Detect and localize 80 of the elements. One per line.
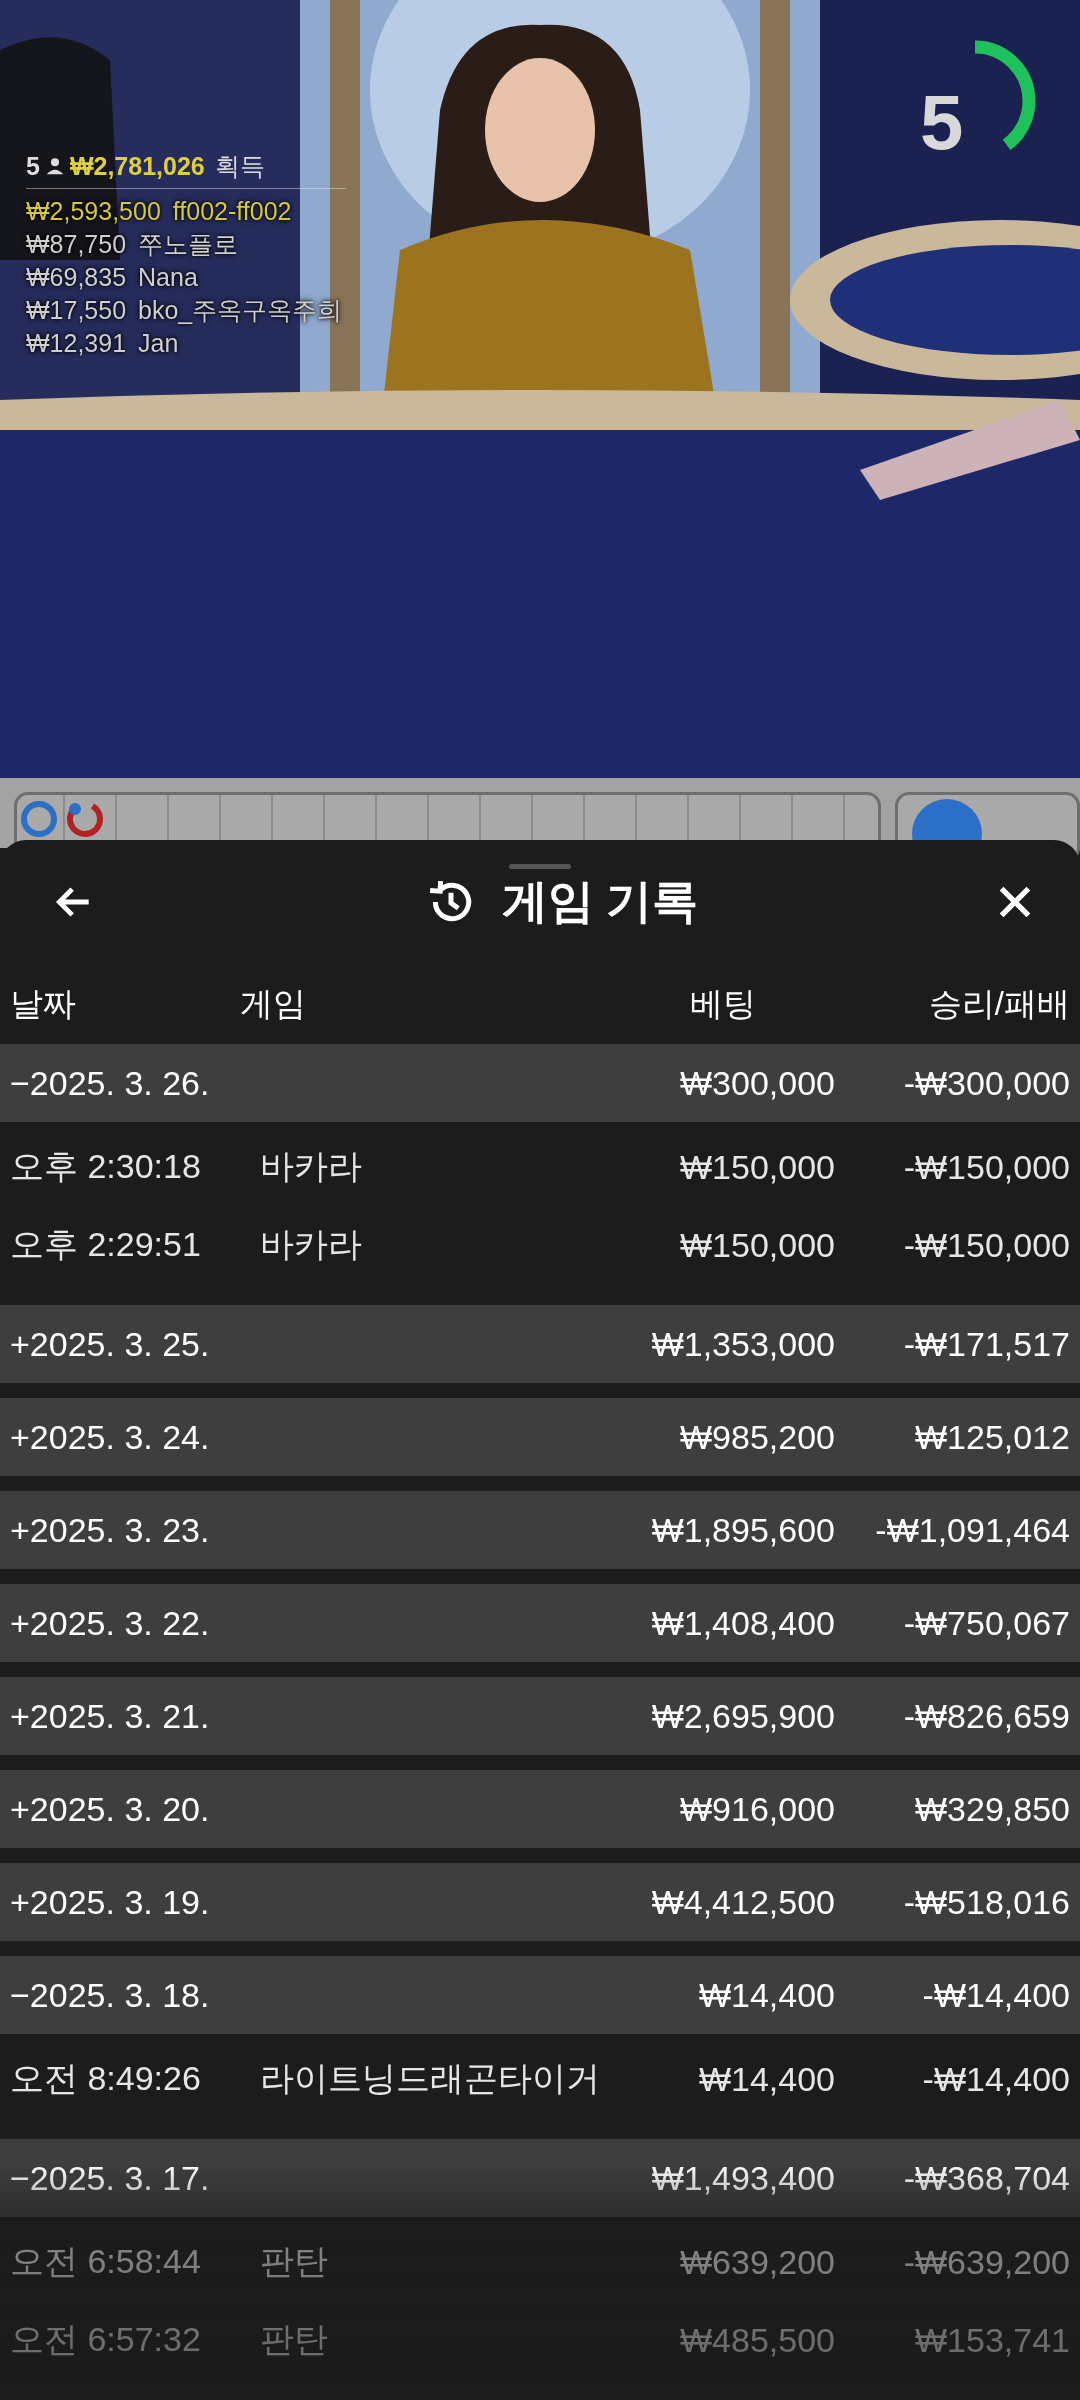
bet-cell-text: ₩1,408,400 xyxy=(650,1603,835,1643)
result-cell-text: -₩150,000 xyxy=(902,1147,1070,1187)
bet-cell-text: ₩985,200 xyxy=(679,1417,835,1457)
person-icon xyxy=(45,157,64,175)
result-cell-text: -₩150,000 xyxy=(902,1225,1070,1265)
winner-amount: ₩2,593,500 xyxy=(26,196,161,227)
winner-amount: ₩17,550 xyxy=(26,295,127,326)
date-cell-text: +2025. 3. 22. xyxy=(10,1603,211,1643)
day-row[interactable]: +2025. 3. 20. ₩916,000 ₩329,850 xyxy=(0,1770,1080,1848)
sheet-title: 게임 기록 xyxy=(501,874,699,930)
game-cell-text: 바카라 xyxy=(260,1146,362,1187)
result-cell-text: -₩1,091,464 xyxy=(874,1510,1070,1550)
bet-cell-text: ₩14,400 xyxy=(697,2059,835,2099)
time-cell-text: 오전 6:58:44 xyxy=(10,2241,202,2282)
day-row[interactable]: −2025. 3. 18. ₩14,400 -₩14,400 xyxy=(0,1956,1080,2034)
date-cell-text: −2025. 3. 26. xyxy=(10,1063,211,1103)
column-header: 날짜 xyxy=(10,984,77,1024)
column-header: 승리/패배 xyxy=(927,984,1070,1024)
result-cell-text: -₩518,016 xyxy=(902,1882,1070,1922)
game-cell-text: 바카라 xyxy=(260,1224,362,1265)
result-cell-text: -₩368,704 xyxy=(902,2158,1070,2198)
result-cell-text: -₩750,067 xyxy=(902,1603,1070,1643)
result-cell-text: ₩329,850 xyxy=(914,1789,1070,1829)
day-row[interactable]: +2025. 3. 23. ₩1,895,600 -₩1,091,464 xyxy=(0,1491,1080,1569)
drag-handle[interactable] xyxy=(509,864,571,869)
game-cell-text: 판탄 xyxy=(260,2319,328,2360)
countdown-number: 5 xyxy=(920,80,964,164)
time-cell-text: 오전 8:49:26 xyxy=(10,2058,202,2099)
winner-name: Jan xyxy=(138,328,179,359)
winner-name: ff002-ff002 xyxy=(172,196,292,227)
day-row[interactable]: +2025. 3. 25. ₩1,353,000 -₩171,517 xyxy=(0,1305,1080,1383)
player-count: 5 xyxy=(26,151,40,182)
date-cell-text: +2025. 3. 24. xyxy=(10,1417,211,1457)
total-winnings: ₩2,781,026 xyxy=(69,151,205,182)
bet-cell-text: ₩4,412,500 xyxy=(650,1882,835,1922)
bet-cell-text: ₩1,493,400 xyxy=(650,2158,835,2198)
date-cell-text: +2025. 3. 21. xyxy=(10,1696,211,1736)
bet-cell-text: ₩150,000 xyxy=(679,1147,835,1187)
winnings-label: 획득 xyxy=(214,151,265,182)
column-header: 게임 xyxy=(240,984,307,1024)
winner-amount: ₩12,391 xyxy=(26,328,127,359)
time-cell-text: 오전 6:57:32 xyxy=(10,2319,202,2360)
game-cell-text: 판탄 xyxy=(260,2241,328,2282)
winner-amount: ₩87,750 xyxy=(26,229,127,260)
result-cell-text: -₩14,400 xyxy=(921,1975,1070,2015)
date-cell-text: +2025. 3. 25. xyxy=(10,1324,211,1364)
bet-cell-text: ₩485,500 xyxy=(679,2320,835,2360)
day-row[interactable]: +2025. 3. 21. ₩2,695,900 -₩826,659 xyxy=(0,1677,1080,1755)
winner-amount: ₩69,835 xyxy=(26,262,127,293)
day-row[interactable]: +2025. 3. 24. ₩985,200 ₩125,012 xyxy=(0,1398,1080,1476)
bet-cell-text: ₩639,200 xyxy=(679,2242,835,2282)
day-row[interactable]: −2025. 3. 17. ₩1,493,400 -₩368,704 xyxy=(0,2139,1080,2217)
result-cell-text: -₩826,659 xyxy=(902,1696,1070,1736)
winner-name: Nana xyxy=(138,262,198,293)
result-cell-text: -₩14,400 xyxy=(921,2059,1070,2099)
result-cell-text: ₩125,012 xyxy=(914,1417,1070,1457)
bet-cell-text: ₩300,000 xyxy=(679,1063,835,1103)
game-cell-text: 라이트닝드래곤타이거 xyxy=(260,2058,600,2099)
bet-cell-text: ₩916,000 xyxy=(679,1789,835,1829)
result-cell-text: -₩300,000 xyxy=(902,1063,1070,1103)
result-cell-text: ₩153,741 xyxy=(914,2320,1070,2360)
day-row[interactable]: −2025. 3. 26. ₩300,000 -₩300,000 xyxy=(0,1044,1080,1122)
day-row[interactable]: +2025. 3. 22. ₩1,408,400 -₩750,067 xyxy=(0,1584,1080,1662)
day-row[interactable]: +2025. 3. 19. ₩4,412,500 -₩518,016 xyxy=(0,1863,1080,1941)
date-cell-text: +2025. 3. 23. xyxy=(10,1510,211,1550)
column-header: 베팅 xyxy=(689,984,757,1024)
bet-cell-text: ₩1,895,600 xyxy=(650,1510,835,1550)
date-cell-text: −2025. 3. 18. xyxy=(10,1975,211,2015)
bet-cell-text: ₩150,000 xyxy=(679,1225,835,1265)
bet-cell-text: ₩14,400 xyxy=(697,1975,835,2015)
date-cell-text: −2025. 3. 17. xyxy=(10,2158,211,2198)
winner-name: 쭈노플로 xyxy=(138,229,239,260)
result-cell-text: -₩639,200 xyxy=(902,2242,1070,2282)
time-cell-text: 오후 2:30:18 xyxy=(10,1146,202,1187)
bet-cell-text: ₩1,353,000 xyxy=(650,1324,835,1364)
result-cell-text: -₩171,517 xyxy=(902,1324,1070,1364)
date-cell-text: +2025. 3. 19. xyxy=(10,1882,211,1922)
date-cell-text: +2025. 3. 20. xyxy=(10,1789,211,1829)
bet-cell-text: ₩2,695,900 xyxy=(650,1696,835,1736)
time-cell-text: 오후 2:29:51 xyxy=(10,1224,202,1265)
